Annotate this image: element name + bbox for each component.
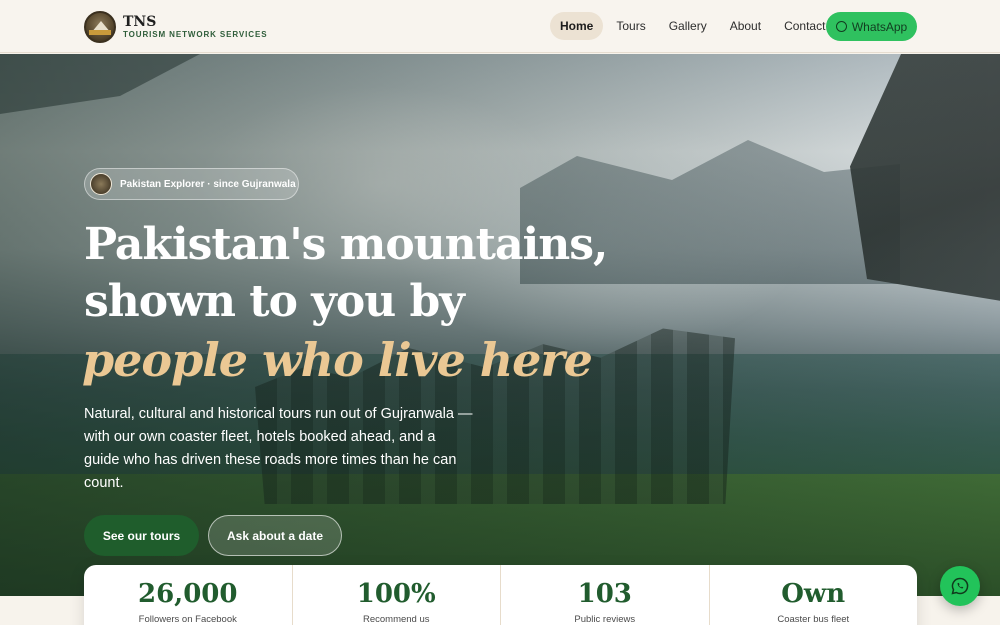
site-header: TNS TOURISM NETWORK SERVICES Home Tours … xyxy=(0,0,1000,53)
stat-value: 26,000 xyxy=(137,579,238,609)
whatsapp-label: WhatsApp xyxy=(851,19,908,34)
brand-text: TNS TOURISM NETWORK SERVICES xyxy=(123,13,268,40)
stat-fleet: Own Coaster bus fleet xyxy=(710,565,918,625)
stat-value: 100% xyxy=(356,579,436,609)
nav-tours[interactable]: Tours xyxy=(606,12,655,40)
hero-headline: Pakistan's mountains, shown to you by xyxy=(84,216,608,330)
brand-name: TNS xyxy=(123,13,157,30)
ask-date-button[interactable]: Ask about a date xyxy=(208,515,342,556)
whatsapp-button[interactable]: WhatsApp xyxy=(826,12,917,41)
stat-label: Public reviews xyxy=(574,614,636,625)
nav-gallery[interactable]: Gallery xyxy=(659,12,717,40)
headline-accent: people who live here xyxy=(82,333,593,387)
headline-line-1: Pakistan's mountains, xyxy=(84,219,608,270)
brand-tagline: TOURISM NETWORK SERVICES xyxy=(123,29,268,39)
stat-value: 103 xyxy=(577,579,632,609)
stat-label: Recommend us xyxy=(362,614,430,625)
stat-label: Coaster bus fleet xyxy=(777,614,850,625)
tns-logo xyxy=(84,11,116,43)
headline-line-2: shown to you by xyxy=(84,276,465,327)
stat-recommend: 100% Recommend us xyxy=(293,565,501,625)
badge-text: Pakistan Explorer · since Gujranwala xyxy=(120,178,296,190)
nav-home[interactable]: Home xyxy=(550,12,604,40)
stats-bar: 26,000 Followers on Facebook 100% Recomm… xyxy=(84,565,917,625)
stat-value: Own xyxy=(781,579,846,609)
whatsapp-icon xyxy=(951,577,969,595)
hero-badge: Pakistan Explorer · since Gujranwala xyxy=(84,168,299,200)
stat-label: Followers on Facebook xyxy=(138,614,237,625)
main-nav: Home Tours Gallery About Contact xyxy=(550,12,838,40)
hero-section: Pakistan Explorer · since Gujranwala Pak… xyxy=(0,54,1000,596)
badge-logo-icon xyxy=(90,173,112,195)
brand[interactable]: TNS TOURISM NETWORK SERVICES xyxy=(84,11,267,43)
stat-facebook: 26,000 Followers on Facebook xyxy=(84,565,293,625)
see-tours-button[interactable]: See our tours xyxy=(84,515,199,556)
floating-whatsapp-button[interactable] xyxy=(940,566,980,606)
nav-about[interactable]: About xyxy=(720,12,771,40)
stat-reviews: 103 Public reviews xyxy=(501,565,710,625)
whatsapp-icon xyxy=(835,21,847,32)
hero-subtext: Natural, cultural and historical tours r… xyxy=(84,406,473,491)
